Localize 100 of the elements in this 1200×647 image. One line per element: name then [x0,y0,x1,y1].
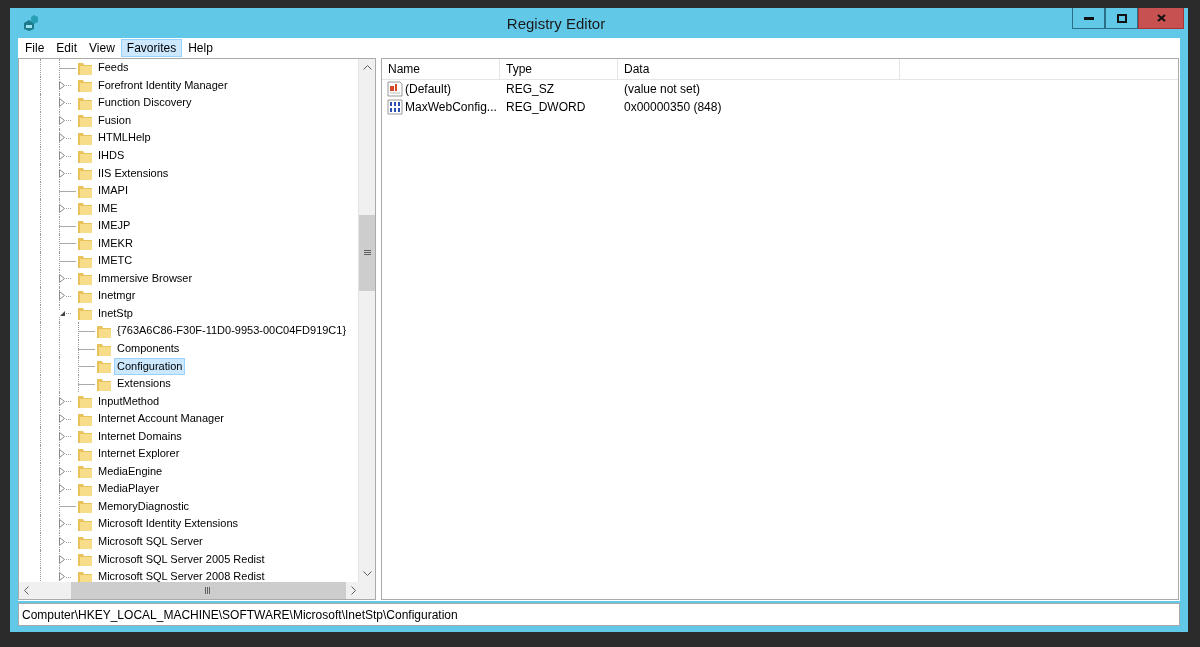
tree-item[interactable]: MediaEngine [95,462,166,480]
menu-item[interactable]: Edit [50,38,84,57]
close-button[interactable] [1138,8,1184,29]
folder-icon [96,358,112,375]
tree-item[interactable]: Feeds [95,59,132,77]
string-value-icon [387,81,403,97]
value-data: (value not set) [623,82,702,96]
scroll-left-icon[interactable] [23,586,29,595]
expand-arrow-icon[interactable] [59,466,65,476]
expand-arrow-icon[interactable] [59,414,65,424]
tree-item[interactable]: InetStp [95,304,136,322]
tree-item[interactable]: Configuration [114,357,186,375]
expand-arrow-icon[interactable] [59,291,65,301]
expand-arrow-icon[interactable] [59,151,65,160]
status-bar-path: Computer\HKEY_LOCAL_MACHINE\SOFTWARE\Microsoft\InetStp\Configuration [18,603,1180,626]
value-type: REG_SZ [505,82,555,96]
tree-item[interactable]: Microsoft Identity Extensions [95,515,241,533]
expand-arrow-icon[interactable] [59,115,65,125]
tree-item[interactable]: Immersive Browser [95,269,196,287]
tree-item[interactable]: Microsoft SQL Server 2008 Redist [95,568,268,582]
tree-item[interactable]: IMEKR [95,234,136,252]
grip-icon [205,587,212,594]
scroll-up-icon[interactable] [362,65,372,70]
column-header[interactable]: Data [618,59,900,79]
expand-arrow-icon[interactable] [59,396,65,406]
expand-arrow-icon[interactable] [59,168,65,178]
tree-item[interactable]: IHDS [95,147,128,164]
folder-icon [77,516,93,532]
expand-arrow-icon[interactable] [59,449,65,459]
tree-item[interactable]: Function Discovery [95,94,195,112]
tree-item[interactable]: {763A6C86-F30F-11D0-9953-00C04FD919C1} [114,322,350,340]
close-icon [1156,14,1166,22]
expand-arrow-icon[interactable] [59,572,65,582]
tree-item[interactable]: Internet Domains [95,427,185,445]
expand-arrow-icon[interactable] [59,519,65,529]
expand-arrow-icon[interactable] [59,203,65,213]
scroll-down-icon[interactable] [362,571,372,576]
tree-item[interactable]: Forefront Identity Manager [95,76,231,94]
tree-item[interactable]: IMAPI [95,182,131,200]
minimize-icon [1083,16,1094,20]
value-name-text: (Default) [405,82,451,96]
expand-arrow-icon[interactable] [59,133,65,143]
window-title: Registry Editor [505,14,607,32]
expand-arrow-icon[interactable] [59,484,65,494]
registry-app-icon [22,15,40,31]
menu-item[interactable]: Favorites [120,38,183,57]
tree-item[interactable]: HTMLHelp [95,129,154,147]
tree-item[interactable]: Components [114,340,183,357]
folder-icon [77,463,93,480]
scroll-thumb[interactable] [359,215,375,291]
menu-item[interactable]: File [19,38,51,57]
tree-item[interactable]: MemoryDiagnostic [95,497,193,515]
horizontal-scrollbar[interactable] [19,582,375,599]
maximize-icon [1116,13,1127,23]
folder-icon [77,165,93,182]
menu-item[interactable]: Help [182,38,219,57]
tree-item[interactable]: Extensions [114,375,174,393]
folder-icon [77,112,93,129]
value-data: 0x00000350 (848) [623,100,723,114]
column-header[interactable]: Name [382,59,500,79]
maximize-button[interactable] [1105,8,1138,29]
tree-item[interactable]: Internet Explorer [95,445,183,463]
tree-item[interactable]: IMEJP [95,217,134,235]
tree-item[interactable]: Fusion [95,111,135,129]
value-type: REG_DWORD [505,100,587,114]
folder-icon [77,393,93,410]
tree-item[interactable]: Microsoft SQL Server [95,533,206,551]
tree-item[interactable]: MediaPlayer [95,480,163,498]
tree-item[interactable]: InputMethod [95,392,163,410]
value-name[interactable]: (Default) [382,81,500,97]
menu-item[interactable]: View [83,38,121,57]
expand-arrow-icon[interactable] [59,98,65,108]
folder-icon [77,200,93,217]
binary-value-icon [387,99,403,115]
expand-arrow-icon[interactable] [59,80,65,90]
expand-arrow-icon[interactable] [59,431,65,441]
minimize-button[interactable] [1072,8,1105,29]
tree-item[interactable]: Inetmgr [95,287,139,305]
tree-item[interactable]: IIS Extensions [95,164,172,182]
tree-item[interactable]: IME [95,199,121,217]
folder-icon [77,428,93,445]
tree-item[interactable]: Internet Account Manager [95,410,227,428]
folder-icon [77,551,93,568]
scroll-thumb[interactable] [70,582,346,599]
tree-item[interactable]: Microsoft SQL Server 2005 Redist [95,550,268,568]
folder-icon [77,305,93,322]
collapse-arrow-icon[interactable] [59,309,66,317]
expand-arrow-icon[interactable] [59,537,65,547]
column-header[interactable]: Type [500,59,618,79]
folder-icon [77,498,93,515]
tree-item[interactable]: IMETC [95,252,136,270]
expand-arrow-icon[interactable] [59,554,65,564]
scroll-right-icon[interactable] [350,586,356,595]
folder-icon [77,235,93,252]
folder-icon [77,270,93,287]
value-name-text: MaxWebConfig... [405,100,497,114]
vertical-scrollbar[interactable] [358,59,375,582]
grip-icon [363,250,371,256]
expand-arrow-icon[interactable] [59,273,65,283]
value-name[interactable]: MaxWebConfig... [382,99,500,115]
